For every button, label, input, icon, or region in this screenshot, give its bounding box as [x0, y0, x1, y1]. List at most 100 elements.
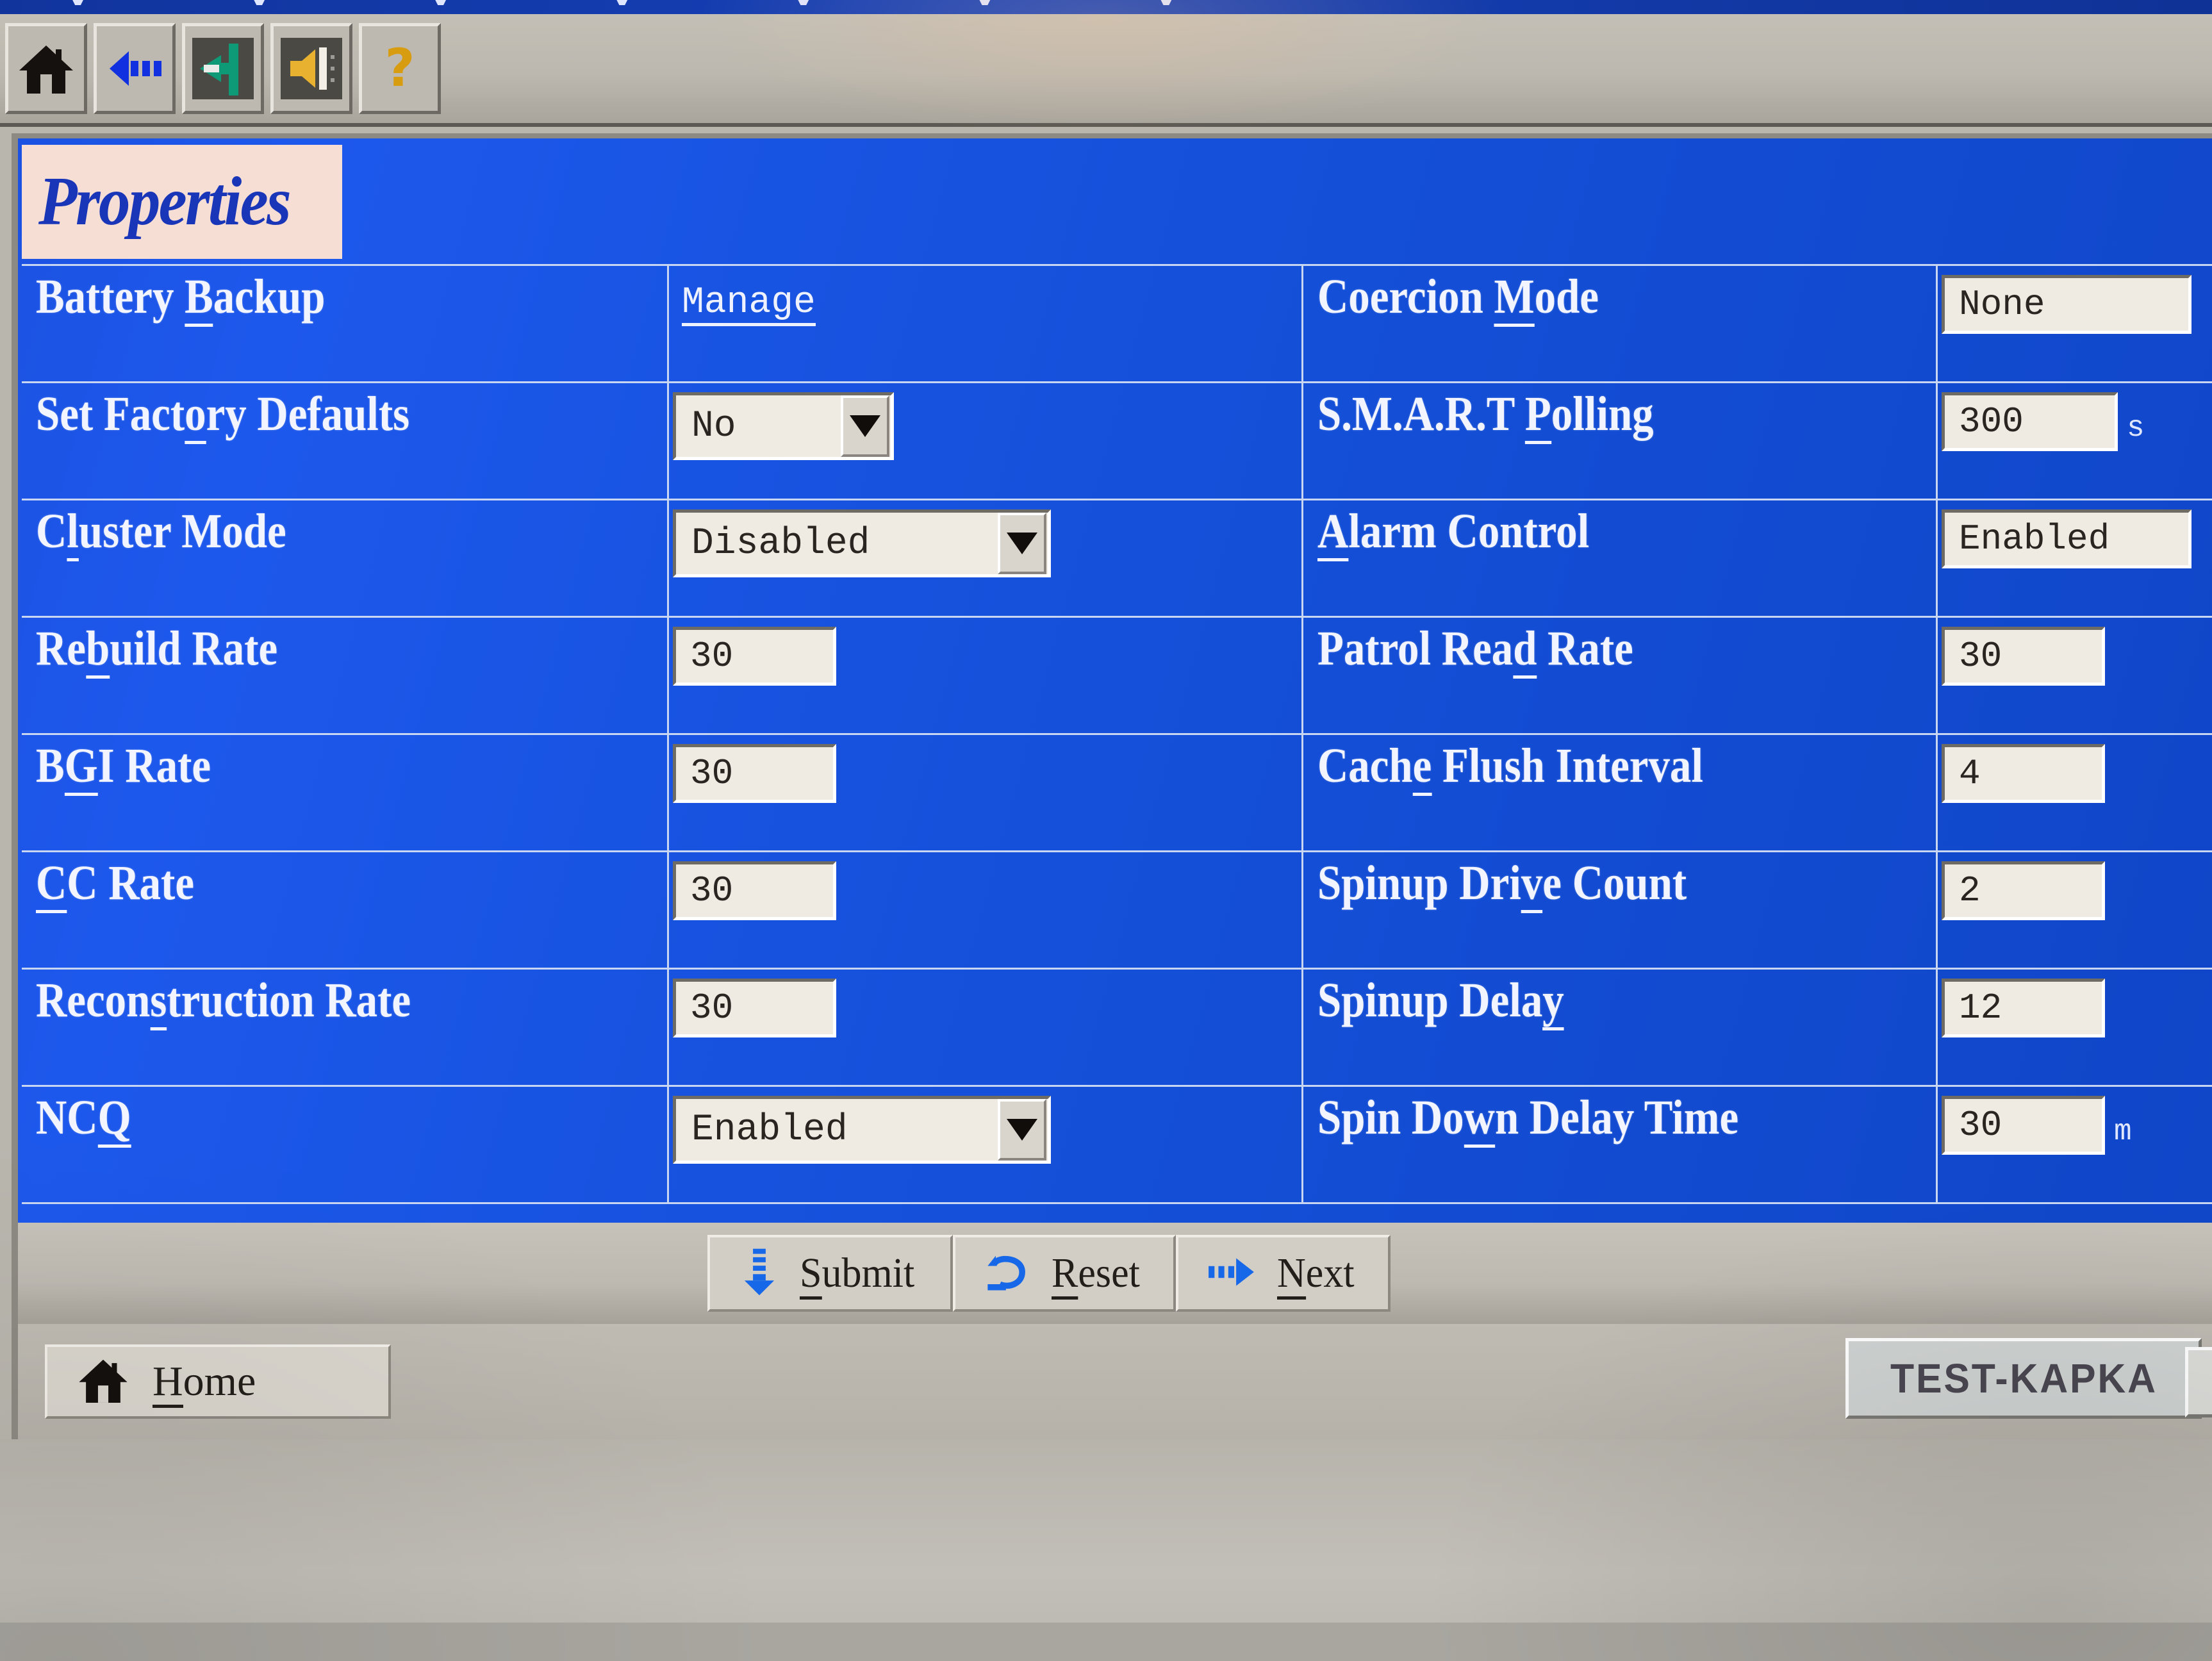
chevron-down-icon[interactable]: [998, 1099, 1046, 1161]
property-label-text: BGI Rate: [36, 739, 211, 796]
property-input[interactable]: 2: [1942, 861, 2105, 920]
next-button-label: Next: [1277, 1249, 1355, 1300]
right-property-value-1: 300 s: [1938, 383, 2212, 500]
left-property-value-5: 30: [669, 852, 1303, 970]
dropdown-value: Enabled: [691, 1109, 848, 1151]
left-property-value-1: No: [669, 383, 1303, 500]
left-property-label-3: Rebuild Rate: [22, 618, 669, 735]
property-label-text: Spin Down Delay Time: [1317, 1091, 1738, 1148]
home-icon: [76, 1353, 131, 1411]
property-input[interactable]: 12: [1942, 979, 2105, 1037]
property-input[interactable]: None: [1942, 275, 2191, 334]
property-input[interactable]: 4: [1942, 744, 2105, 803]
dropdown-value: Disabled: [691, 522, 870, 565]
back-icon: [104, 38, 165, 99]
status-badge: TEST-KAPKA: [1845, 1338, 2202, 1419]
right-arrow-icon: [1207, 1253, 1258, 1294]
right-property-value-5: 2: [1938, 852, 2212, 970]
value-wrapper: 30: [673, 627, 836, 686]
value-wrapper: No: [673, 392, 894, 460]
screen-capture: ▼▼▼▼▼▼▼: [0, 0, 2212, 1661]
property-label-text: Set Factory Defaults: [36, 387, 409, 444]
toolbar-logout-button[interactable]: [182, 23, 264, 114]
value-wrapper: Enabled: [673, 1096, 1051, 1164]
right-property-value-6: 12: [1938, 970, 2212, 1087]
property-label-text: Cache Flush Interval: [1317, 739, 1703, 796]
left-property-label-4: BGI Rate: [22, 735, 669, 852]
property-input[interactable]: 30: [1942, 627, 2105, 686]
value-wrapper: 4: [1942, 744, 2105, 803]
undo-arrow-icon: [984, 1248, 1032, 1300]
property-label-text: Battery Backup: [36, 270, 325, 327]
status-badge-text: TEST-KAPKA: [1890, 1355, 2158, 1401]
property-label-text: Spinup Delay: [1317, 973, 1564, 1030]
right-property-label-2: Alarm Control: [1303, 500, 1938, 618]
window-title-bar: ▼▼▼▼▼▼▼: [0, 0, 2212, 14]
status-secondary-box: [2185, 1347, 2212, 1417]
right-property-label-0: Coercion Mode: [1303, 266, 1938, 383]
left-property-value-3: 30: [669, 618, 1303, 735]
sound-icon: [281, 38, 342, 99]
toolbar: ?: [0, 14, 2212, 127]
property-label-text: Patrol Read Rate: [1317, 622, 1633, 679]
property-label-text: Spinup Drive Count: [1317, 856, 1687, 913]
left-property-value-4: 30: [669, 735, 1303, 852]
property-input[interactable]: Enabled: [1942, 509, 2191, 568]
reset-button-label: Reset: [1051, 1249, 1140, 1300]
value-wrapper: 12: [1942, 979, 2105, 1037]
property-input[interactable]: 30: [673, 744, 836, 803]
value-wrapper: 2: [1942, 861, 2105, 920]
home-button[interactable]: Home: [45, 1344, 391, 1419]
right-property-value-0: None: [1938, 266, 2212, 383]
toolbar-home-button[interactable]: [5, 23, 87, 114]
right-property-value-4: 4: [1938, 735, 2212, 852]
property-label-text: Reconstruction Rate: [36, 973, 411, 1030]
left-property-label-1: Set Factory Defaults: [22, 383, 669, 500]
value-wrapper: Manage: [673, 275, 816, 326]
next-button[interactable]: Next: [1176, 1235, 1391, 1312]
help-icon: ?: [369, 38, 431, 99]
toolbar-sound-button[interactable]: [270, 23, 352, 114]
left-property-value-7: Enabled: [669, 1087, 1303, 1204]
value-wrapper: 30: [1942, 627, 2105, 686]
property-dropdown[interactable]: Enabled: [673, 1096, 1051, 1164]
right-property-value-7: 30 m: [1938, 1087, 2212, 1204]
right-property-label-3: Patrol Read Rate: [1303, 618, 1938, 735]
right-property-label-4: Cache Flush Interval: [1303, 735, 1938, 852]
property-label-text: Rebuild Rate: [36, 622, 277, 679]
property-dropdown[interactable]: No: [673, 392, 894, 460]
property-label-text: S.M.A.R.T Polling: [1317, 387, 1654, 444]
property-input[interactable]: 30: [673, 979, 836, 1037]
property-dropdown[interactable]: Disabled: [673, 509, 1051, 577]
toolbar-back-button[interactable]: [94, 23, 176, 114]
left-property-value-0: Manage: [669, 266, 1303, 383]
chevron-down-icon[interactable]: [998, 513, 1046, 574]
property-label-text: CC Rate: [36, 856, 194, 913]
submit-button-label: Submit: [800, 1249, 914, 1300]
value-wrapper: 30 m: [1942, 1096, 2132, 1155]
manage-link[interactable]: Manage: [682, 283, 816, 326]
right-property-label-7: Spin Down Delay Time: [1303, 1087, 1938, 1204]
value-wrapper: Disabled: [673, 509, 1051, 577]
home-icon: [15, 38, 77, 99]
chevron-down-icon[interactable]: [841, 395, 889, 457]
left-property-label-7: NCQ: [22, 1087, 669, 1204]
action-bar: Submit Reset Next: [12, 1223, 2212, 1324]
property-input[interactable]: 30: [673, 861, 836, 920]
property-input[interactable]: 300: [1942, 392, 2118, 451]
left-property-value-6: 30: [669, 970, 1303, 1087]
property-input[interactable]: 30: [1942, 1096, 2105, 1155]
page-title-text: Properties: [38, 163, 292, 240]
reset-button[interactable]: Reset: [952, 1235, 1176, 1312]
property-unit-label: m: [2114, 1115, 2132, 1148]
dropdown-value: No: [691, 405, 736, 447]
left-property-label-2: Cluster Mode: [22, 500, 669, 618]
property-label-text: Alarm Control: [1317, 504, 1589, 561]
submit-button[interactable]: Submit: [707, 1235, 953, 1312]
toolbar-help-button[interactable]: ?: [359, 23, 441, 114]
logout-icon: [192, 38, 254, 99]
left-property-label-0: Battery Backup: [22, 266, 669, 383]
right-property-value-3: 30: [1938, 618, 2212, 735]
property-input[interactable]: 30: [673, 627, 836, 686]
svg-text:?: ?: [385, 38, 415, 99]
